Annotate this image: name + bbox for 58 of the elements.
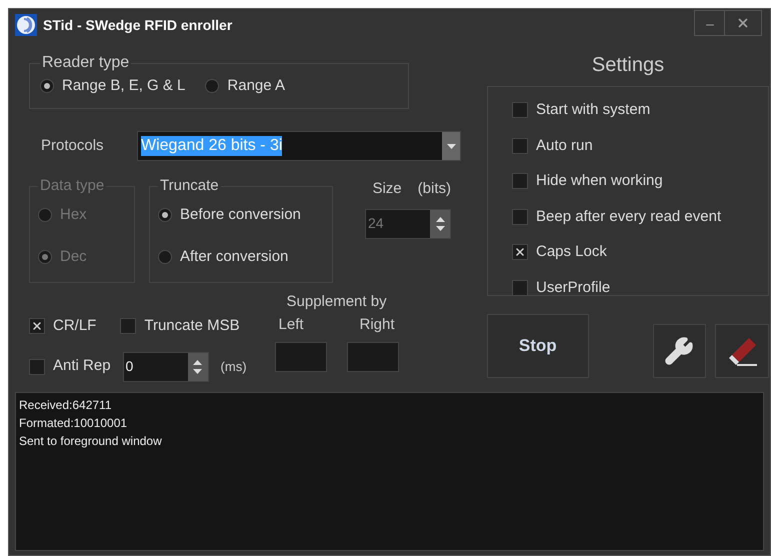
checkbox[interactable]	[29, 358, 45, 374]
radio-button[interactable]	[205, 79, 220, 94]
down-arrow-icon[interactable]	[446, 144, 456, 148]
spin-field[interactable]: 0	[122, 352, 209, 382]
checkbox[interactable]	[512, 280, 528, 296]
checkbox-label: Auto run	[536, 136, 593, 156]
radio-label: Dec	[60, 247, 87, 267]
checkbox[interactable]	[512, 102, 528, 118]
checkbox-label: UserProfile	[536, 278, 610, 298]
up-arrow-icon[interactable]	[193, 360, 202, 364]
left-field[interactable]	[274, 342, 327, 372]
selected-text: Wiegand 26 bits - 3i	[141, 136, 282, 156]
settings-title: Settings	[592, 53, 664, 78]
checkbox-label: CR/LF	[53, 316, 96, 336]
clear-button[interactable]	[715, 324, 770, 378]
radio-label: Hex	[60, 204, 87, 224]
unit-label: (bits)	[418, 179, 451, 199]
checkbox-label: Hide when working	[536, 171, 663, 191]
radio-button[interactable]	[40, 79, 54, 94]
down-arrow-icon[interactable]	[193, 368, 202, 374]
log-line: Received:642711	[19, 397, 112, 414]
app-logo-icon	[15, 14, 37, 36]
checkbox[interactable]	[512, 208, 528, 225]
radio-label: Range B, E, G & L	[62, 76, 186, 96]
close-icon	[736, 16, 750, 30]
radio-label: Before conversion	[180, 204, 301, 224]
cross-mark-icon	[31, 320, 43, 332]
right-field[interactable]	[346, 342, 399, 372]
checkbox-label: Caps Lock	[536, 242, 607, 262]
checkbox-label: Anti Rep	[53, 356, 111, 376]
checkbox-label: Start with system	[536, 100, 650, 120]
right-label: Right	[360, 314, 395, 334]
checkbox[interactable]	[512, 173, 528, 190]
group-title: Reader type	[41, 53, 130, 73]
radio-label: Range A	[227, 76, 285, 96]
checkbox[interactable]	[512, 138, 528, 154]
checkbox[interactable]	[120, 318, 136, 334]
wrench-icon	[664, 336, 694, 366]
settings-button[interactable]	[652, 324, 706, 378]
log-line: Sent to foreground window	[19, 433, 162, 450]
radio-button[interactable]	[158, 208, 172, 222]
cross-mark-icon	[514, 246, 526, 258]
radio-button[interactable]	[158, 250, 172, 264]
checkbox-label: Beep after every read event	[536, 206, 722, 226]
log-line: Formated:10010001	[19, 415, 128, 432]
checkbox[interactable]	[512, 244, 528, 260]
supplement-label: Supplement by	[286, 292, 387, 312]
stop-button[interactable]: Stop	[487, 314, 589, 378]
left-label: Left	[278, 314, 304, 334]
radio-label: After conversion	[180, 247, 288, 267]
size-label: Size	[372, 179, 402, 199]
protocols-label: Protocols	[41, 136, 105, 156]
group-title: Data type	[39, 176, 106, 196]
window-title: STid - SWedge RFID enroller	[43, 16, 232, 35]
checkbox-label: Truncate MSB	[144, 316, 240, 336]
unit-label: (ms)	[220, 358, 247, 376]
group-title: Truncate	[159, 176, 220, 196]
checkbox[interactable]	[29, 318, 45, 334]
